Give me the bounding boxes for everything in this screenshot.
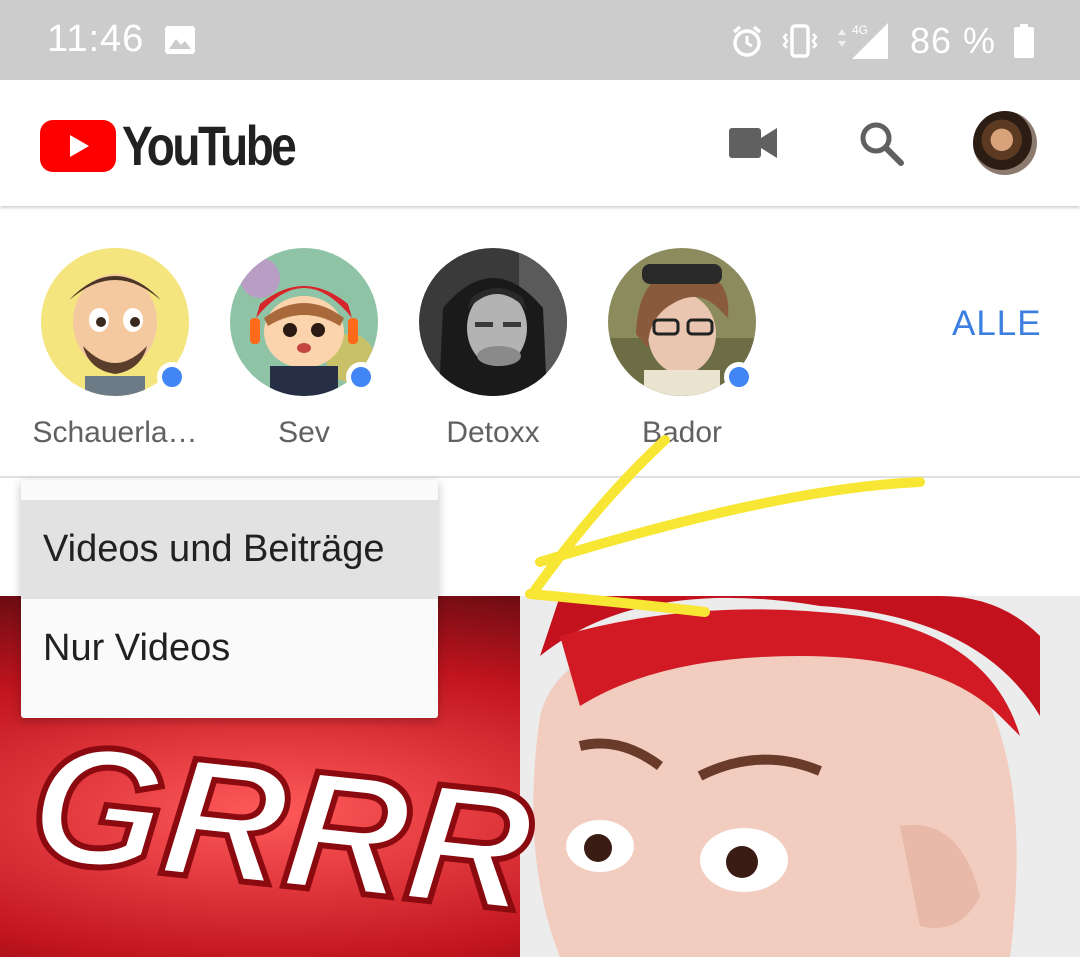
youtube-logo[interactable]: YouTube (40, 118, 332, 174)
alarm-icon (732, 25, 762, 57)
channel-avatar (419, 248, 567, 396)
feed-filter-dropdown: Videos und Beiträge Nur Videos (21, 480, 438, 718)
channel-item-sev[interactable]: Sev (209, 248, 399, 458)
channel-item-detoxx[interactable]: Detoxx (398, 248, 588, 458)
all-channels-link[interactable]: ALLE (952, 304, 1042, 344)
app-bar: YouTube (0, 80, 1080, 206)
image-icon (165, 26, 195, 54)
status-time: 11:46 (47, 18, 145, 60)
subscribed-channels-strip: Schauerla… Sev Detoxx Bador ALLE (0, 206, 1080, 476)
channel-name: Bador (641, 416, 723, 449)
dropdown-option-only-videos[interactable]: Nur Videos (21, 599, 438, 698)
channel-name: Sev (278, 416, 330, 449)
new-content-dot (346, 362, 376, 392)
battery-icon (1014, 24, 1034, 58)
battery-percent: 86 % (909, 20, 996, 61)
youtube-wordmark: YouTube (122, 114, 297, 177)
signal-icon: 4G (837, 23, 888, 59)
new-content-dot (724, 362, 754, 392)
channel-name: Schauerla… (32, 416, 198, 449)
youtube-play-icon (40, 120, 116, 172)
channel-avatar (230, 248, 378, 396)
account-button[interactable] (972, 80, 1038, 206)
channel-avatar (608, 248, 756, 396)
dropdown-option-videos-and-posts[interactable]: Videos und Beiträge (21, 500, 438, 599)
search-icon (860, 122, 904, 166)
status-right-group: 4G 86 % (730, 20, 1034, 62)
channel-name: Detoxx (446, 416, 540, 449)
account-avatar (973, 111, 1037, 175)
vibrate-icon (782, 24, 818, 58)
channel-item-schauerla[interactable]: Schauerla… (20, 248, 210, 458)
channel-item-bador[interactable]: Bador (587, 248, 777, 458)
new-content-dot (157, 362, 187, 392)
search-button[interactable] (846, 80, 916, 206)
upload-camera-button[interactable] (718, 80, 788, 206)
channel-avatar (41, 248, 189, 396)
network-type-label: 4G (852, 23, 868, 37)
camera-icon (729, 128, 777, 158)
channel-avatar-image (419, 248, 567, 396)
status-bar: 11:46 4G 86 % (0, 0, 1080, 80)
